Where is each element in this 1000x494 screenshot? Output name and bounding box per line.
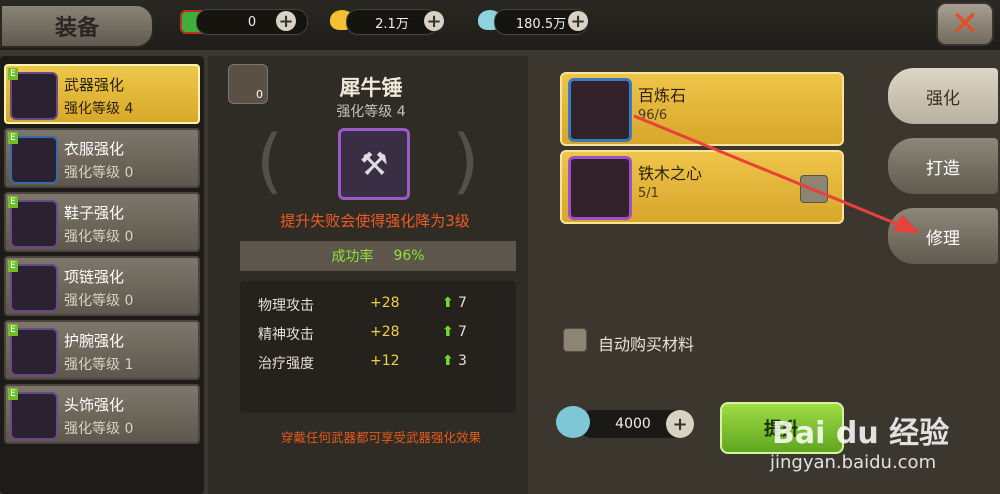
watermark-url: jingyan.baidu.com [770,452,937,473]
baidu-watermark-logo: Bai du 经验 [772,416,950,451]
